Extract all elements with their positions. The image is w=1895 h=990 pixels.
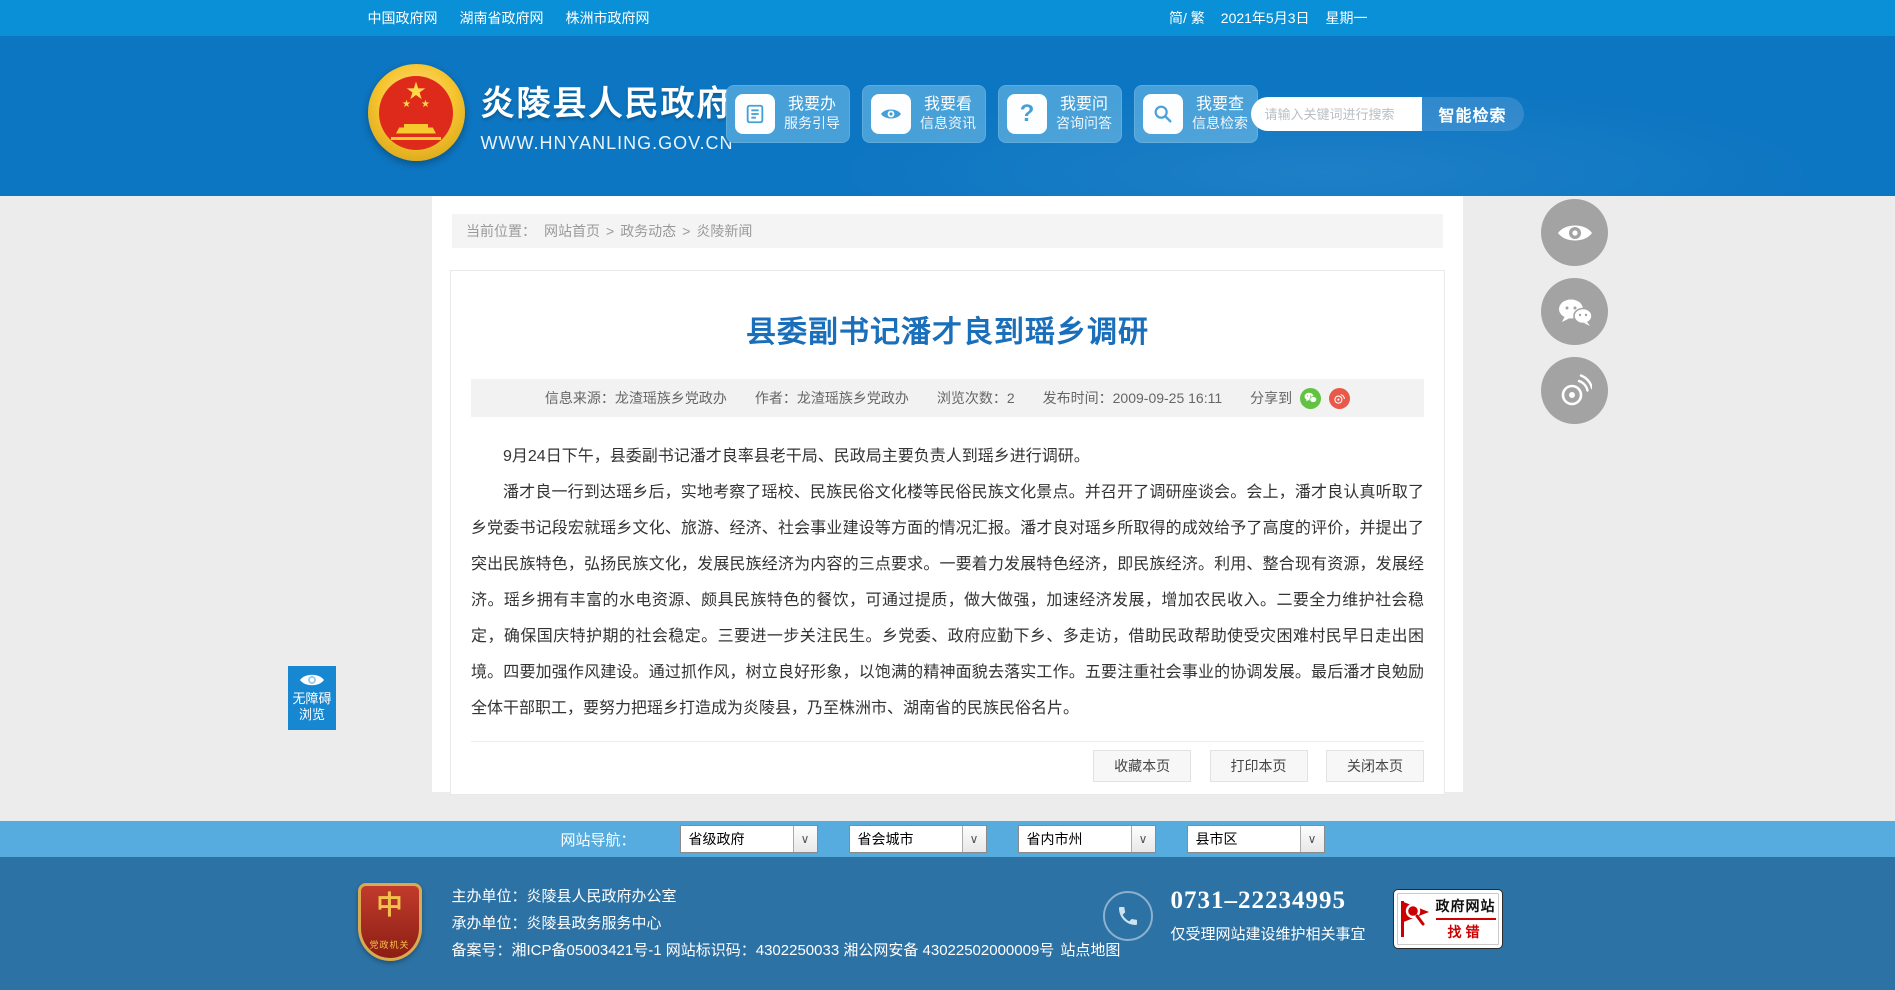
meta-publish-time: 发布时间：2009-09-25 16:11 <box>1042 390 1223 406</box>
close-page-button[interactable]: 关闭本页 <box>1326 750 1424 782</box>
meta-author: 作者：龙渣瑶族乡党政办 <box>754 390 909 406</box>
chevron-down-icon: ∨ <box>1299 826 1324 852</box>
select-provincial-gov[interactable]: 省级政府 ∨ <box>679 825 818 853</box>
phone-icon <box>1102 890 1153 941</box>
site-url: WWW.HNYANLING.GOV.CN <box>480 133 734 153</box>
select-capital-cities[interactable]: 省会城市 ∨ <box>848 825 987 853</box>
accessibility-eye-button[interactable] <box>1541 199 1608 266</box>
article-title: 县委副书记潘才良到瑶乡调研 <box>746 316 1149 349</box>
article-actions: 收藏本页 打印本页 关闭本页 <box>471 741 1424 794</box>
site-search: 智能检索 <box>1250 97 1524 131</box>
breadcrumb-label: 当前位置： <box>466 223 536 239</box>
chevron-down-icon: ∨ <box>1130 826 1155 852</box>
search-icon <box>1143 94 1183 134</box>
document-icon <box>735 94 775 134</box>
article-card: 县委副书记潘才良到瑶乡调研 信息来源：龙渣瑶族乡党政办 作者：龙渣瑶族乡党政办 … <box>450 270 1445 795</box>
select-county-districts[interactable]: 县市区 ∨ <box>1186 825 1325 853</box>
main-area: 当前位置： 网站首页 > 政务动态 > 炎陵新闻 县委副书记潘才良到瑶乡调研 信… <box>0 196 1895 821</box>
sitemap-link[interactable]: 站点地图 <box>1060 942 1120 959</box>
article-meta: 信息来源：龙渣瑶族乡党政办 作者：龙渣瑶族乡党政办 浏览次数：2 发布时间：20… <box>471 379 1424 417</box>
smart-search-button[interactable]: 智能检索 <box>1421 97 1524 131</box>
quick-btn-news[interactable]: 我要看 信息资讯 <box>861 85 986 143</box>
party-gov-shield-badge: 中 党政机关 <box>357 883 422 961</box>
wechat-button[interactable] <box>1541 278 1608 345</box>
content-column: 当前位置： 网站首页 > 政务动态 > 炎陵新闻 县委副书记潘才良到瑶乡调研 信… <box>432 196 1463 795</box>
quick-buttons: 我要办 服务引导 我要看 信息资讯 ? 我要问 咨询问答 我要查 信息检索 <box>725 85 1258 143</box>
footer-phone-block: 0731–22234995 仅受理网站建设维护相关事宜 <box>1102 887 1366 944</box>
footer-icp: 备案号：湘ICP备05003421号-1 网站标识码：4302250033 湘公… <box>451 942 1121 959</box>
current-weekday: 星期一 <box>1325 10 1368 26</box>
quick-btn-service[interactable]: 我要办 服务引导 <box>725 85 850 143</box>
weibo-share-icon[interactable] <box>1329 387 1351 409</box>
eye-icon <box>300 674 324 686</box>
weibo-button[interactable] <box>1541 357 1608 424</box>
eye-icon <box>871 94 911 134</box>
breadcrumb-news-section[interactable]: 政务动态 <box>620 221 676 241</box>
print-page-button[interactable]: 打印本页 <box>1209 750 1308 782</box>
meta-source: 信息来源：龙渣瑶族乡党政办 <box>544 390 727 406</box>
site-name: 炎陵县人民政府 <box>480 85 733 123</box>
chevron-down-icon: ∨ <box>961 826 986 852</box>
chevron-down-icon: ∨ <box>792 826 817 852</box>
accessibility-browse-button[interactable]: 无障碍 浏览 <box>288 666 336 730</box>
site-brand[interactable]: ★ ★★ 炎陵县人民政府 WWW.HNYANLING.GOV.CN <box>367 64 734 161</box>
nav-strip-label: 网站导航： <box>560 831 636 849</box>
simplified-traditional-toggle[interactable]: 简/ 繁 <box>1169 8 1205 28</box>
article-body: 9月24日下午，县委副书记潘才良率县老干局、民政局主要负责人到瑶乡进行调研。 潘… <box>471 439 1424 727</box>
quick-btn-ask[interactable]: ? 我要问 咨询问答 <box>997 85 1122 143</box>
article-paragraph: 潘才良一行到达瑶乡后，实地考察了瑶校、民族民俗文化楼等民俗民族文化景点。并召开了… <box>471 484 1424 717</box>
breadcrumb: 当前位置： 网站首页 > 政务动态 > 炎陵新闻 <box>452 214 1443 248</box>
site-nav-strip: 网站导航： 省级政府 ∨ 省会城市 ∨ 省内市州 ∨ 县市区 ∨ <box>0 821 1895 857</box>
weibo-icon <box>1561 373 1592 405</box>
wechat-share-icon[interactable] <box>1300 387 1322 409</box>
site-footer: 中 党政机关 主办单位：炎陵县人民政府办公室 承办单位：炎陵县政务服务中心 备案… <box>0 857 1895 990</box>
link-hunan-gov[interactable]: 湖南省政府网 <box>460 8 544 28</box>
search-input[interactable] <box>1250 97 1422 131</box>
link-china-gov[interactable]: 中国政府网 <box>368 8 438 28</box>
site-header: ★ ★★ 炎陵县人民政府 WWW.HNYANLING.GOV.CN 我要办 服务… <box>0 36 1895 196</box>
gov-site-error-report-badge[interactable]: 政府网站 找错 <box>1392 889 1503 949</box>
bookmark-page-button[interactable]: 收藏本页 <box>1093 750 1192 782</box>
side-float-icons <box>1541 199 1608 424</box>
national-emblem-logo: ★ ★★ <box>367 64 465 161</box>
breadcrumb-home[interactable]: 网站首页 <box>544 221 600 241</box>
article-paragraph: 9月24日下午，县委副书记潘才良率县老干局、民政局主要负责人到瑶乡进行调研。 <box>503 448 1090 465</box>
question-icon: ? <box>1007 94 1047 134</box>
link-zhuzhou-gov[interactable]: 株洲市政府网 <box>566 8 650 28</box>
breadcrumb-yanling-news[interactable]: 炎陵新闻 <box>696 221 752 241</box>
meta-views: 浏览次数：2 <box>936 390 1015 406</box>
flag-magnifier-icon <box>1400 901 1429 937</box>
gov-links: 中国政府网 湖南省政府网 株洲市政府网 <box>368 0 650 36</box>
current-date: 2021年5月3日 <box>1220 10 1310 26</box>
footer-phone-number: 0731–22234995 <box>1170 887 1346 914</box>
footer-organizer: 主办单位：炎陵县人民政府办公室 <box>451 888 677 905</box>
share-label: 分享到 <box>1250 390 1293 406</box>
topbar: 中国政府网 湖南省政府网 株洲市政府网 简/ 繁 2021年5月3日 星期一 <box>0 0 1895 36</box>
wechat-icon <box>1558 299 1593 326</box>
footer-undertaker: 承办单位：炎陵县政务服务中心 <box>451 915 662 932</box>
eye-icon <box>1557 225 1592 240</box>
footer-phone-note: 仅受理网站建设维护相关事宜 <box>1170 926 1366 943</box>
quick-btn-query[interactable]: 我要查 信息检索 <box>1133 85 1258 143</box>
select-province-cities[interactable]: 省内市州 ∨ <box>1017 825 1156 853</box>
